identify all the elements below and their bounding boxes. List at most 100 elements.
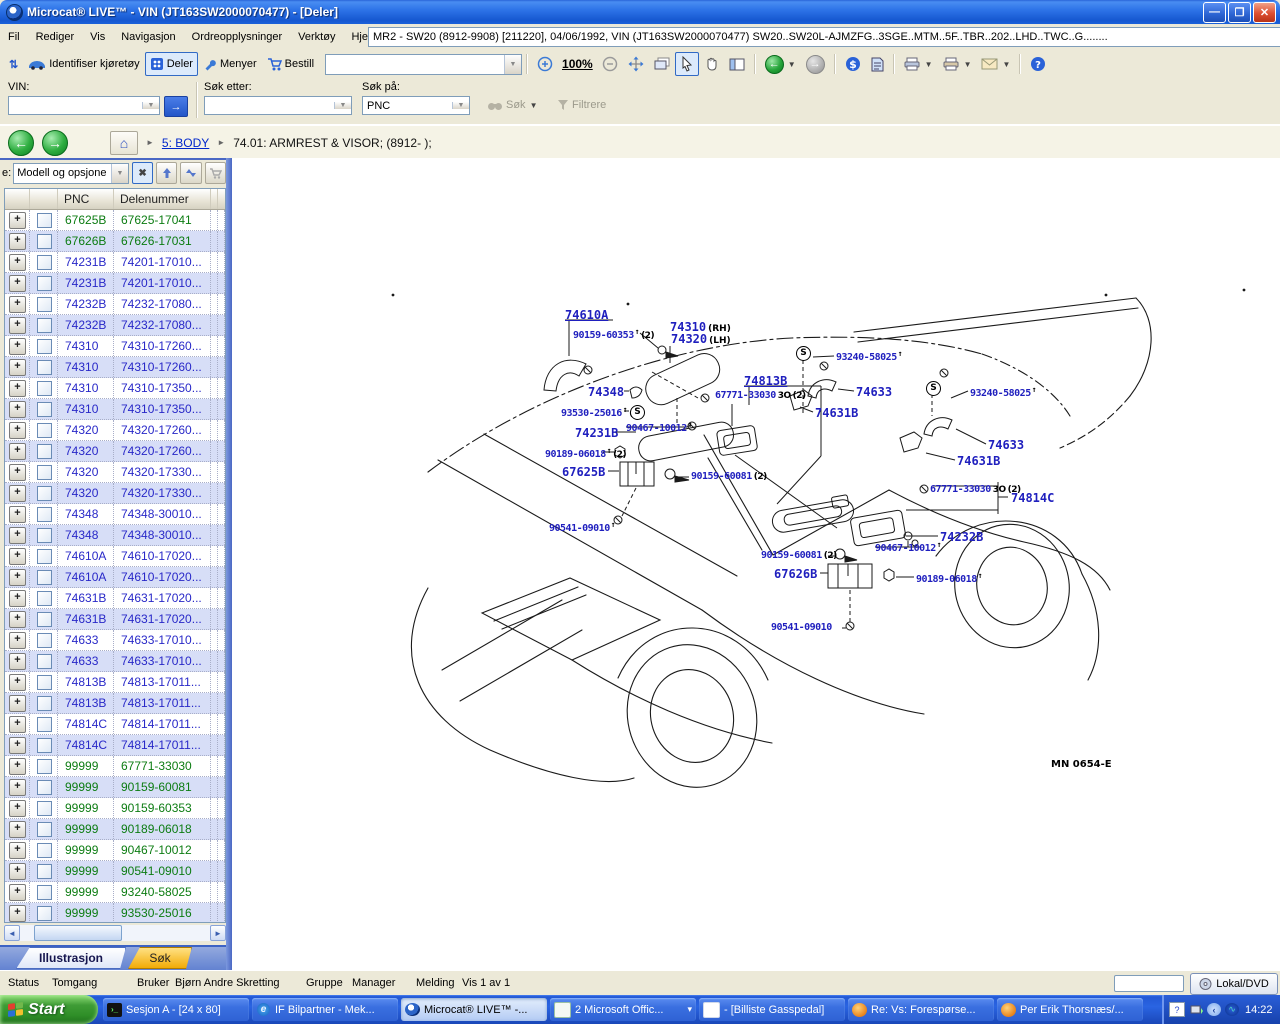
tray-help-icon[interactable]: ?: [1169, 1002, 1185, 1017]
chevron-down-icon[interactable]: ▼: [925, 60, 933, 69]
row-checkbox[interactable]: [37, 780, 52, 795]
taskbar-button[interactable]: Re: Vs: Forespørse...: [848, 998, 994, 1021]
table-row[interactable]: +74813B74813-17011...: [5, 693, 225, 714]
row-checkbox[interactable]: [37, 717, 52, 732]
taskbar-button[interactable]: - [Billiste Gasspedal]: [699, 998, 845, 1021]
row-checkbox[interactable]: [37, 297, 52, 312]
expand-button[interactable]: +: [9, 863, 26, 880]
table-row[interactable]: +7434874348-30010...: [5, 525, 225, 546]
price-button[interactable]: $: [840, 52, 866, 76]
table-row[interactable]: +7431074310-17350...: [5, 399, 225, 420]
row-checkbox[interactable]: [37, 381, 52, 396]
panels-button[interactable]: [724, 52, 750, 76]
chevron-down-icon[interactable]: ▼: [964, 60, 972, 69]
table-row[interactable]: +9999990189-06018: [5, 819, 225, 840]
search-for-input[interactable]: ▼: [204, 96, 352, 115]
table-row[interactable]: +9999990467-10012: [5, 840, 225, 861]
close-button[interactable]: ✕: [1253, 2, 1276, 23]
chevron-down-icon[interactable]: ▼: [788, 60, 796, 69]
status-input[interactable]: [1114, 975, 1184, 992]
row-checkbox[interactable]: [37, 822, 52, 837]
scrollbar-thumb[interactable]: [34, 925, 122, 941]
table-row[interactable]: +7432074320-17260...: [5, 420, 225, 441]
expand-button[interactable]: +: [9, 653, 26, 670]
table-row[interactable]: +74814C74814-17011...: [5, 714, 225, 735]
cascade-button[interactable]: [649, 52, 675, 76]
transfer-button[interactable]: ⇅: [4, 52, 23, 76]
expand-button[interactable]: +: [9, 737, 26, 754]
tray-hardware-icon[interactable]: [1189, 1003, 1203, 1016]
expand-button[interactable]: +: [9, 254, 26, 271]
menus-button[interactable]: Menyer: [198, 52, 262, 76]
expand-button[interactable]: +: [9, 527, 26, 544]
table-row[interactable]: +7432074320-17260...: [5, 441, 225, 462]
row-checkbox[interactable]: [37, 444, 52, 459]
row-checkbox[interactable]: [37, 423, 52, 438]
table-row[interactable]: +74813B74813-17011...: [5, 672, 225, 693]
taskbar-button[interactable]: IF Bilpartner - Mek...: [252, 998, 398, 1021]
notes-button[interactable]: [866, 52, 889, 76]
sort-button[interactable]: [180, 162, 201, 184]
vin-go-button[interactable]: →: [164, 96, 188, 117]
row-checkbox[interactable]: [37, 255, 52, 270]
chevron-down-icon[interactable]: ▼: [142, 102, 159, 109]
horizontal-scrollbar[interactable]: ◄ ►: [4, 925, 226, 941]
table-row[interactable]: +74610A74610-17020...: [5, 567, 225, 588]
table-row[interactable]: +9999990541-09010: [5, 861, 225, 882]
row-checkbox[interactable]: [37, 654, 52, 669]
table-row[interactable]: +7431074310-17260...: [5, 336, 225, 357]
expand-button[interactable]: +: [9, 296, 26, 313]
media-source-button[interactable]: Lokal/DVD: [1190, 973, 1278, 995]
toolbar-combo[interactable]: ▼: [325, 54, 522, 75]
zoom-in-button[interactable]: [532, 52, 558, 76]
expand-button[interactable]: +: [9, 632, 26, 649]
table-row[interactable]: +74231B74201-17010...: [5, 273, 225, 294]
table-row[interactable]: +7431074310-17260...: [5, 357, 225, 378]
tab-sok[interactable]: Søk: [128, 947, 192, 969]
expand-button[interactable]: +: [9, 590, 26, 607]
search-on-select[interactable]: PNC▼: [362, 96, 470, 115]
row-checkbox[interactable]: [37, 675, 52, 690]
expand-button[interactable]: +: [9, 233, 26, 250]
chevron-down-icon[interactable]: ▼: [111, 164, 128, 183]
scroll-left-icon[interactable]: ◄: [4, 925, 20, 941]
row-checkbox[interactable]: [37, 213, 52, 228]
forward-button[interactable]: →: [801, 52, 830, 76]
row-checkbox[interactable]: [37, 906, 52, 921]
zoom-out-button[interactable]: [597, 52, 623, 76]
clock[interactable]: 14:22: [1245, 1004, 1273, 1016]
parts-button[interactable]: Deler: [145, 52, 198, 76]
vehicle-info-field[interactable]: MR2 - SW20 (8912-9908) [211220], 04/06/1…: [368, 27, 1280, 47]
table-row[interactable]: +7463374633-17010...: [5, 630, 225, 651]
row-checkbox[interactable]: [37, 612, 52, 627]
tray-collapse-icon[interactable]: ‹: [1207, 1003, 1221, 1016]
row-checkbox[interactable]: [37, 570, 52, 585]
expand-button[interactable]: +: [9, 275, 26, 292]
scroll-right-icon[interactable]: ►: [210, 925, 226, 941]
menu-item[interactable]: Vis: [82, 27, 113, 47]
table-row[interactable]: +7431074310-17350...: [5, 378, 225, 399]
row-checkbox[interactable]: [37, 759, 52, 774]
row-checkbox[interactable]: [37, 843, 52, 858]
table-row[interactable]: +7463374633-17010...: [5, 651, 225, 672]
expand-button[interactable]: +: [9, 317, 26, 334]
table-row[interactable]: +9999990159-60081: [5, 777, 225, 798]
expand-button[interactable]: +: [9, 380, 26, 397]
table-row[interactable]: +74232B74232-17080...: [5, 315, 225, 336]
expand-button[interactable]: +: [9, 821, 26, 838]
filter-button[interactable]: Filtrere: [552, 94, 611, 116]
menu-item[interactable]: Fil: [0, 27, 28, 47]
order-button[interactable]: Bestill: [262, 52, 319, 76]
row-checkbox[interactable]: [37, 528, 52, 543]
chevron-down-icon[interactable]: ▼: [334, 102, 351, 109]
expand-button[interactable]: +: [9, 779, 26, 796]
expand-button[interactable]: +: [9, 800, 26, 817]
expand-button[interactable]: +: [9, 611, 26, 628]
start-button[interactable]: Start: [0, 995, 98, 1024]
row-checkbox[interactable]: [37, 549, 52, 564]
add-to-order-button[interactable]: [205, 162, 226, 184]
row-checkbox[interactable]: [37, 276, 52, 291]
row-checkbox[interactable]: [37, 234, 52, 249]
row-checkbox[interactable]: [37, 318, 52, 333]
table-row[interactable]: +74814C74814-17011...: [5, 735, 225, 756]
